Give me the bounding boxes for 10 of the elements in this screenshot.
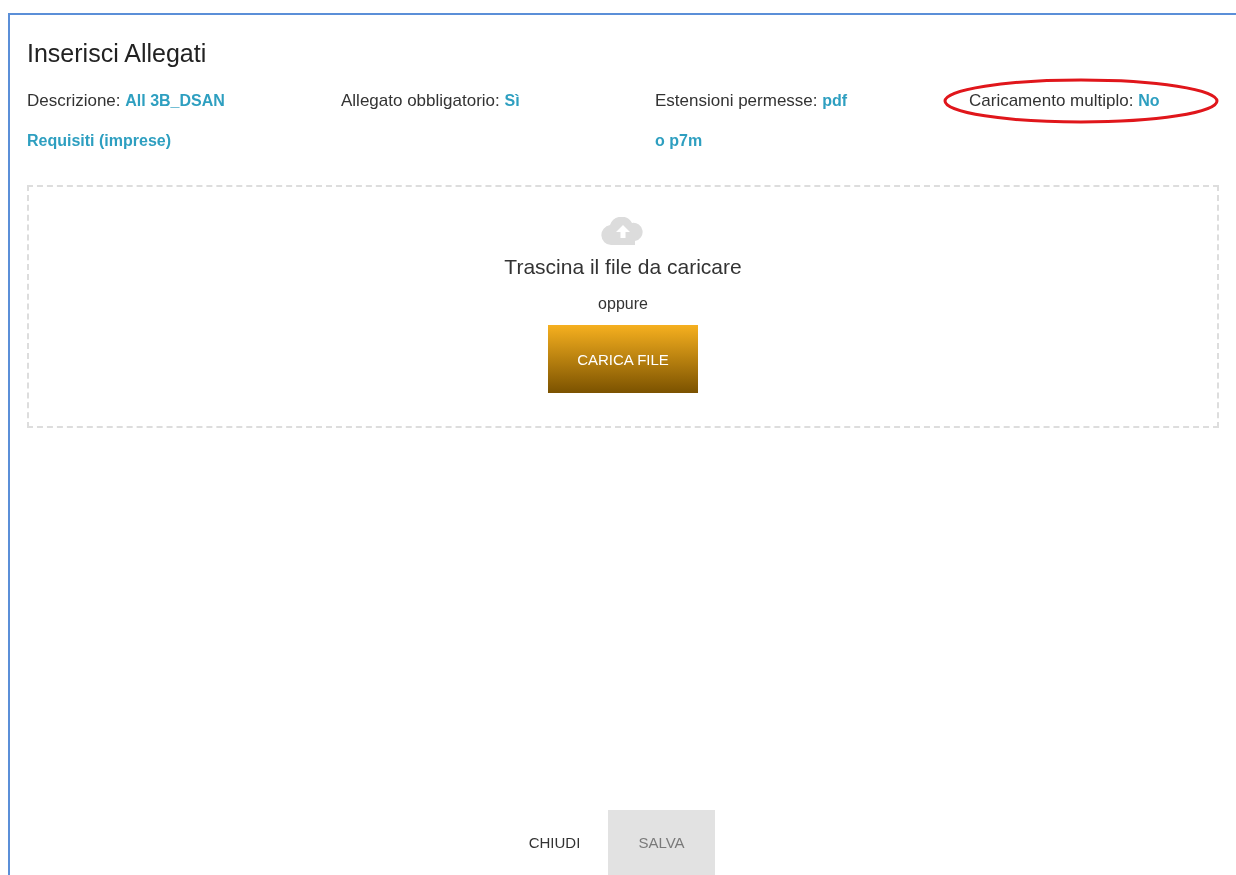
detail-text: Estensioni permesse: pdf o p7m: [655, 90, 849, 151]
dialog-title: Inserisci Allegati: [27, 38, 208, 69]
detail-text: Caricamento multiplo: No: [969, 90, 1161, 112]
cloud-upload-icon: [601, 217, 645, 245]
file-dropzone[interactable]: Trascina il file da caricare oppure CARICA FILE: [27, 185, 1219, 428]
separator-text: oppure: [598, 295, 648, 313]
detail-text: Descrizione: All 3B_DSAN Requisiti (imprese): [27, 90, 226, 151]
upload-button[interactable]: CARICA FILE: [548, 325, 698, 393]
dropzone-prompt: Trascina il file da caricare: [504, 255, 742, 279]
detail-text: Allegato obbligatorio: Sì: [341, 90, 521, 112]
